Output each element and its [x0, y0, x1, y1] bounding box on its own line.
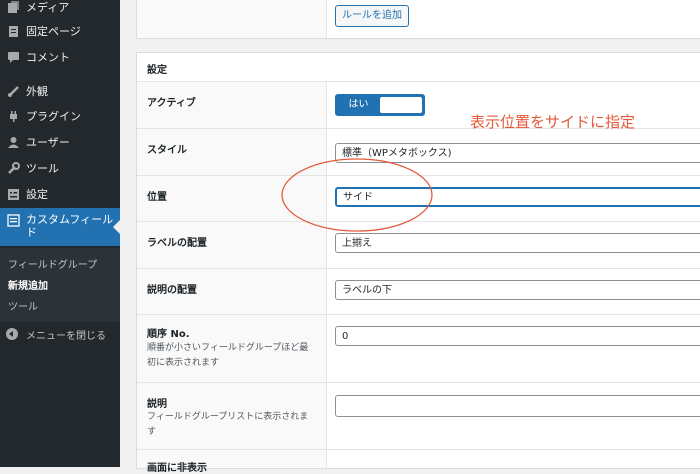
- annotation-text: 表示位置をサイドに指定: [470, 113, 636, 131]
- annotation-circle: [281, 158, 433, 232]
